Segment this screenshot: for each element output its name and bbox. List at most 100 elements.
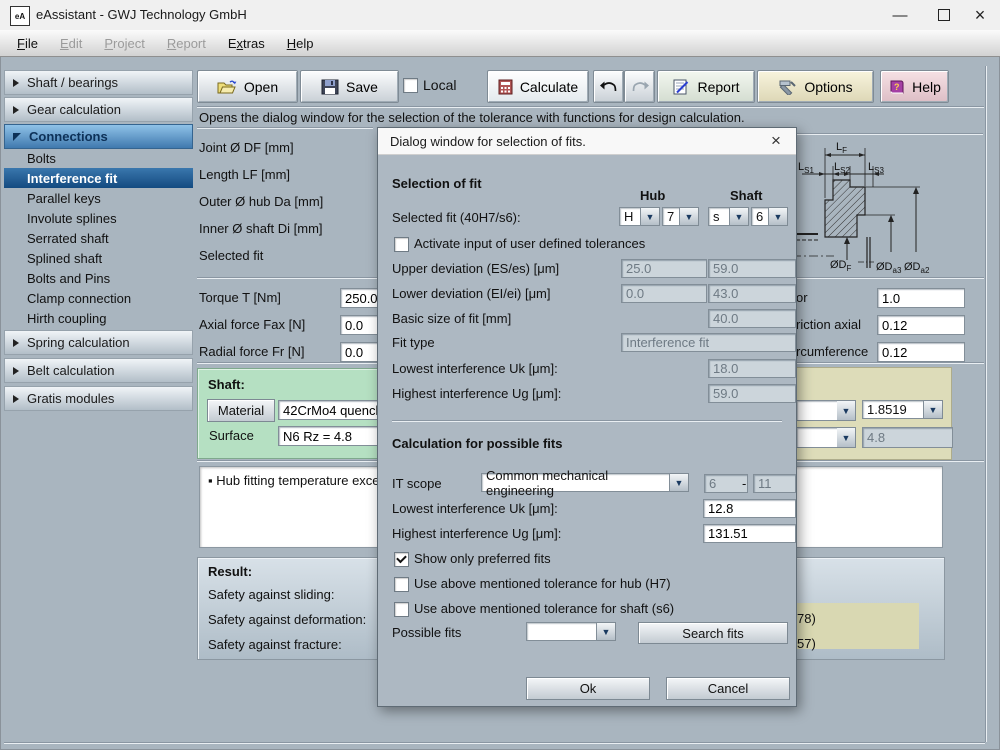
search-fits-button[interactable]: Search fits (638, 622, 788, 644)
local-checkbox-label: Local (423, 77, 456, 93)
sidebar-item-serrated-shaft[interactable]: Serrated shaft (4, 228, 193, 248)
sidebar-item-connections[interactable]: Connections (4, 124, 193, 149)
activate-tolerances-checkbox[interactable] (394, 237, 409, 252)
dialog-close-button[interactable]: × (766, 131, 786, 151)
separator (197, 106, 984, 108)
lowest-interference-field: 18.0 (708, 359, 796, 378)
menu-edit: Edit (49, 32, 93, 55)
chevron-down-icon[interactable]: ▼ (680, 207, 699, 226)
redo-button[interactable] (624, 70, 655, 103)
lower-deviation-shaft-field: 43.0 (708, 284, 796, 303)
surface-label: Surface (209, 428, 254, 443)
it-scope-label: IT scope (392, 476, 442, 491)
it-scope-combo[interactable]: Common mechanical engineering▼ (481, 473, 689, 492)
chevron-down-icon[interactable]: ▼ (837, 427, 856, 448)
sidebar-item-splined-shaft[interactable]: Splined shaft (4, 248, 193, 268)
options-button[interactable]: Options (757, 70, 874, 103)
hub-column-header: Hub (640, 188, 665, 203)
highest-interference-label: Highest interference Ug [μm]: (392, 386, 561, 401)
joint-diameter-label: Joint Ø DF [mm] (199, 140, 294, 155)
tools-icon (778, 79, 797, 95)
minimize-button[interactable]: — (878, 0, 922, 30)
upper-deviation-shaft-field: 59.0 (708, 259, 796, 278)
upper-deviation-label: Upper deviation (ES/es) [μm] (392, 261, 559, 276)
sidebar-item-spring-calculation[interactable]: Spring calculation (4, 330, 193, 355)
ok-button[interactable]: Ok (526, 677, 650, 700)
menu-bar: File Edit Project Report Extras Help (0, 30, 1000, 57)
hub-value-combo[interactable]: 1.8519 ▼ (862, 400, 943, 419)
chevron-down-icon[interactable]: ▼ (670, 473, 689, 492)
report-button[interactable]: Report (657, 70, 755, 103)
use-shaft-tolerance-checkbox[interactable] (394, 602, 409, 617)
diameter-label-df: ØDF (830, 259, 852, 273)
highest-interference-field: 59.0 (708, 384, 796, 403)
possible-fits-combo[interactable]: ▼ (526, 622, 616, 641)
torque-label: Torque T [Nm] (199, 290, 281, 305)
menu-project: Project (93, 32, 155, 55)
local-checkbox[interactable] (403, 78, 418, 93)
dimension-label-lf: LF (836, 141, 847, 155)
collapsed-triangle-icon (13, 395, 19, 403)
sidebar-item-gear-calculation[interactable]: Gear calculation (4, 97, 193, 122)
interference-fit-diagram: LF LS1 LS2 LS3 ØDF ØDa3 ØDa2 (792, 110, 987, 282)
sidebar-item-involute-splines[interactable]: Involute splines (4, 208, 193, 228)
material-button[interactable]: Material (207, 399, 275, 422)
open-button[interactable]: Open (197, 70, 298, 103)
separator (4, 742, 985, 744)
undo-button[interactable] (593, 70, 624, 103)
sidebar-item-interference-fit[interactable]: Interference fit (4, 168, 193, 188)
application-factor-input[interactable]: 1.0 (877, 288, 965, 308)
help-button[interactable]: ? Help (880, 70, 949, 103)
fit-type-field: Interference fit (621, 333, 796, 352)
fit-type-label: Fit type (392, 335, 435, 350)
friction-circumference-input[interactable]: 0.12 (877, 342, 965, 362)
separator (392, 420, 782, 422)
collapsed-triangle-icon (13, 339, 19, 347)
menu-help[interactable]: Help (276, 32, 325, 55)
sidebar-item-shaft-bearings[interactable]: Shaft / bearings (4, 70, 193, 95)
close-button[interactable]: × (958, 0, 1000, 30)
sidebar-item-clamp-connection[interactable]: Clamp connection (4, 288, 193, 308)
hub-letter-combo[interactable]: H▼ (619, 207, 660, 226)
chevron-down-icon[interactable]: ▼ (641, 207, 660, 226)
sidebar-item-parallel-keys[interactable]: Parallel keys (4, 188, 193, 208)
safety-fracture-label: Safety against fracture: (208, 637, 342, 652)
maximize-icon (938, 9, 950, 21)
chevron-down-icon[interactable]: ▼ (837, 400, 856, 421)
sidebar-item-hirth-coupling[interactable]: Hirth coupling (4, 308, 193, 328)
friction-axial-input[interactable]: 0.12 (877, 315, 965, 335)
chevron-down-icon[interactable]: ▼ (924, 400, 943, 419)
hub-grade-combo[interactable]: 7▼ (662, 207, 699, 226)
save-button[interactable]: Save (300, 70, 399, 103)
diameter-label-da2: ØDa2 (904, 261, 930, 275)
shaft-column-header: Shaft (730, 188, 763, 203)
cancel-button[interactable]: Cancel (666, 677, 790, 700)
upper-deviation-hub-field: 25.0 (621, 259, 707, 278)
title-bar: eA eAssistant - GWJ Technology GmbH — × (0, 0, 1000, 31)
use-hub-tolerance-checkbox[interactable] (394, 577, 409, 592)
menu-extras[interactable]: Extras (217, 32, 276, 55)
sidebar-item-gratis-modules[interactable]: Gratis modules (4, 386, 193, 411)
shaft-letter-combo[interactable]: s▼ (708, 207, 749, 226)
sidebar-item-bolts-and-pins[interactable]: Bolts and Pins (4, 268, 193, 288)
radial-force-label: Radial force Fr [N] (199, 344, 304, 359)
calc-highest-interference-input[interactable]: 131.51 (703, 524, 796, 543)
chevron-down-icon[interactable]: ▼ (730, 207, 749, 226)
chevron-down-icon[interactable]: ▼ (597, 622, 616, 641)
chevron-down-icon[interactable]: ▼ (769, 207, 788, 226)
sidebar-item-bolts[interactable]: Bolts (4, 148, 193, 168)
sidebar-item-belt-calculation[interactable]: Belt calculation (4, 358, 193, 383)
hub-surface-value-field: 4.8 (862, 427, 953, 448)
show-preferred-fits-checkbox[interactable] (394, 552, 409, 567)
axial-force-label: Axial force Fax [N] (199, 317, 305, 332)
friction-axial-label-fragment: riction axial (796, 317, 861, 332)
it-range-dash: - (742, 476, 746, 491)
it-to-field: 11 (753, 474, 796, 493)
collapsed-triangle-icon (13, 106, 19, 114)
friction-circumference-label-fragment: rcumference (796, 344, 868, 359)
calc-lowest-interference-input[interactable]: 12.8 (703, 499, 796, 518)
shaft-grade-combo[interactable]: 6▼ (751, 207, 788, 226)
menu-file[interactable]: File (6, 32, 49, 55)
help-book-icon: ? (888, 79, 905, 95)
calculate-button[interactable]: Calculate (487, 70, 589, 103)
